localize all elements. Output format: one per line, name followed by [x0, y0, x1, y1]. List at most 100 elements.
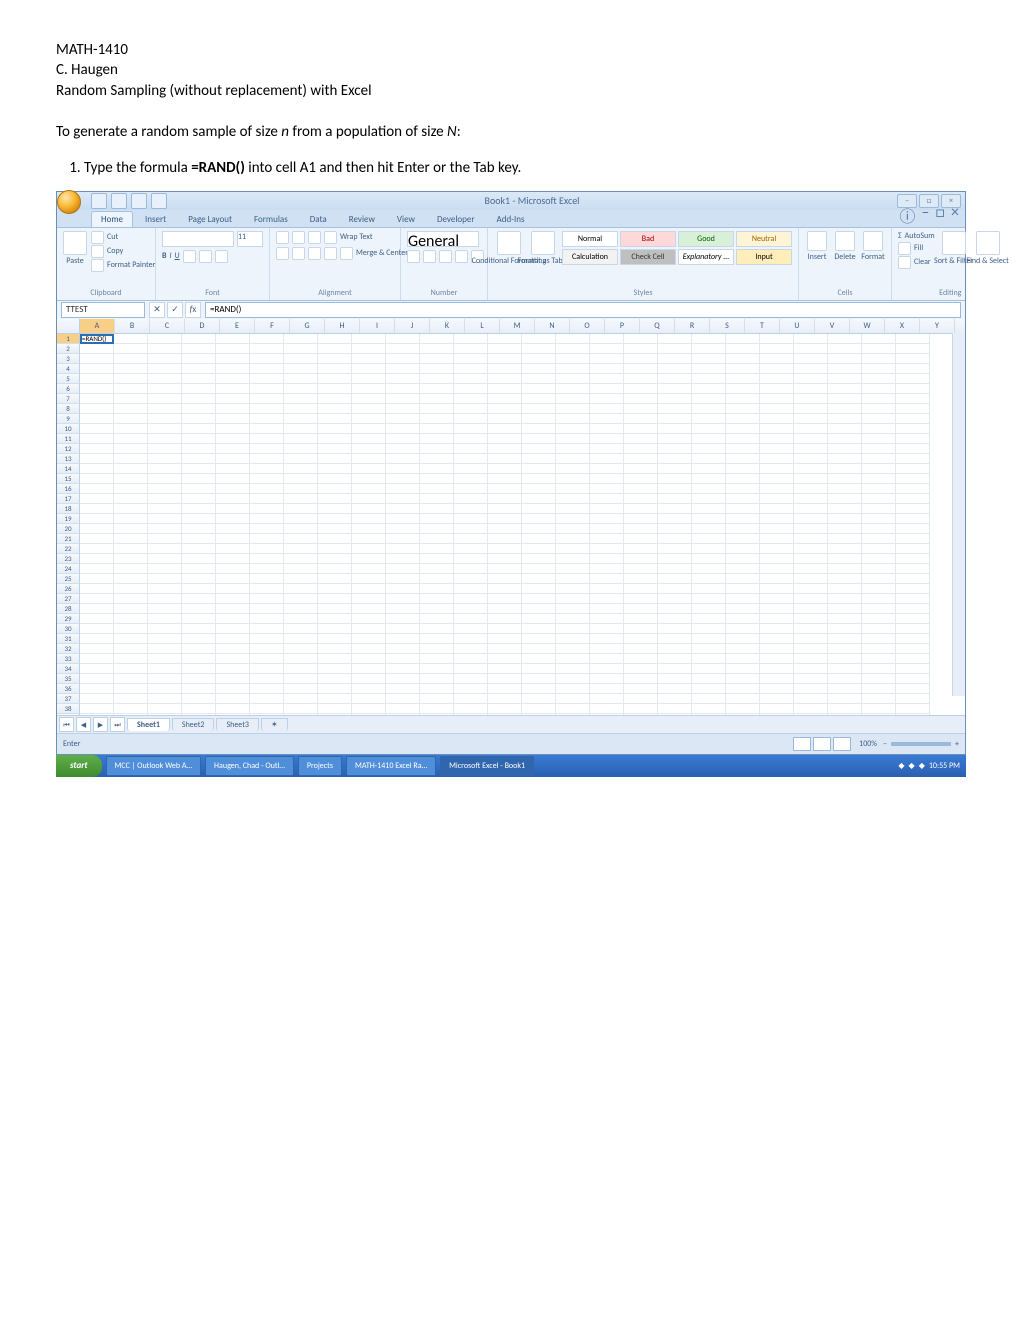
row-header[interactable]: 25 [57, 574, 80, 584]
align-bottom-icon[interactable] [308, 231, 321, 244]
cell[interactable] [760, 674, 794, 684]
cell[interactable] [216, 674, 250, 684]
cell[interactable] [386, 614, 420, 624]
cell[interactable] [760, 354, 794, 364]
cell[interactable] [658, 614, 692, 624]
cell[interactable] [114, 664, 148, 674]
cell[interactable] [80, 404, 114, 414]
cell[interactable] [692, 384, 726, 394]
cell[interactable] [556, 664, 590, 674]
cell[interactable] [420, 704, 454, 714]
cell[interactable] [250, 384, 284, 394]
cell[interactable] [896, 664, 930, 674]
cell[interactable] [692, 634, 726, 644]
column-header[interactable]: A [80, 319, 115, 333]
cell[interactable] [658, 384, 692, 394]
cell[interactable] [760, 374, 794, 384]
cell[interactable] [114, 494, 148, 504]
cell[interactable] [284, 694, 318, 704]
cell[interactable] [658, 594, 692, 604]
cell[interactable] [216, 374, 250, 384]
cell[interactable] [862, 494, 896, 504]
cell[interactable] [862, 454, 896, 464]
cell[interactable] [658, 574, 692, 584]
cell[interactable] [794, 524, 828, 534]
cell[interactable] [658, 464, 692, 474]
cell[interactable] [556, 334, 590, 344]
worksheet-grid[interactable]: ABCDEFGHIJKLMNOPQRSTUVWXY 1=RAND()234567… [57, 319, 965, 716]
cell[interactable] [692, 404, 726, 414]
cell[interactable] [726, 534, 760, 544]
cell[interactable] [386, 444, 420, 454]
cell[interactable] [658, 504, 692, 514]
cell[interactable] [386, 694, 420, 704]
cell[interactable] [522, 344, 556, 354]
cell[interactable] [726, 344, 760, 354]
cell[interactable] [488, 664, 522, 674]
cell[interactable] [692, 494, 726, 504]
cell[interactable] [658, 434, 692, 444]
sheet-tab-3[interactable]: Sheet3 [216, 718, 259, 731]
cell[interactable] [794, 364, 828, 374]
cell[interactable] [556, 404, 590, 414]
cell[interactable] [114, 404, 148, 414]
number-format-dropdown[interactable]: General [407, 231, 479, 247]
row-header[interactable]: 15 [57, 474, 80, 484]
cell[interactable] [556, 384, 590, 394]
cell[interactable] [80, 604, 114, 614]
cell[interactable] [80, 434, 114, 444]
cell[interactable] [896, 474, 930, 484]
cell[interactable] [250, 604, 284, 614]
cell[interactable] [896, 654, 930, 664]
cell[interactable] [386, 424, 420, 434]
cell[interactable] [352, 604, 386, 614]
cell[interactable] [658, 544, 692, 554]
cell[interactable] [454, 354, 488, 364]
cell[interactable] [352, 514, 386, 524]
cell[interactable] [318, 394, 352, 404]
cell[interactable] [794, 564, 828, 574]
align-middle-icon[interactable] [292, 231, 305, 244]
row-header[interactable]: 12 [57, 444, 80, 454]
cell[interactable] [488, 384, 522, 394]
cell[interactable] [828, 394, 862, 404]
cell[interactable] [216, 414, 250, 424]
find-select-button[interactable]: Find & Select [973, 231, 1003, 266]
cell[interactable] [386, 624, 420, 634]
cell[interactable] [726, 514, 760, 524]
cell[interactable] [726, 384, 760, 394]
cell[interactable] [590, 564, 624, 574]
cell[interactable] [896, 464, 930, 474]
cell[interactable] [590, 634, 624, 644]
cell[interactable] [760, 644, 794, 654]
column-header[interactable]: Y [920, 319, 955, 333]
cell[interactable] [794, 584, 828, 594]
cell[interactable] [556, 634, 590, 644]
cell[interactable] [488, 684, 522, 694]
cell[interactable] [488, 494, 522, 504]
cell[interactable] [148, 334, 182, 344]
cell[interactable] [794, 394, 828, 404]
tab-review[interactable]: Review [339, 211, 385, 227]
cell[interactable] [896, 414, 930, 424]
ribbon-max-icon[interactable]: □ [935, 203, 945, 227]
cell[interactable] [590, 614, 624, 624]
cell[interactable] [318, 534, 352, 544]
cell[interactable] [250, 474, 284, 484]
cell[interactable] [80, 494, 114, 504]
cell[interactable] [318, 414, 352, 424]
cell[interactable] [80, 384, 114, 394]
cell[interactable] [148, 474, 182, 484]
cell[interactable] [148, 434, 182, 444]
fill-button[interactable]: Fill [898, 242, 935, 255]
cell[interactable] [590, 334, 624, 344]
cell[interactable] [726, 664, 760, 674]
cell[interactable] [80, 624, 114, 634]
column-header[interactable]: G [290, 319, 325, 333]
cell[interactable] [828, 424, 862, 434]
cell[interactable] [114, 534, 148, 544]
normal-view-button[interactable] [793, 737, 811, 751]
cell[interactable] [148, 624, 182, 634]
inc-indent-icon[interactable] [340, 247, 353, 260]
cell[interactable] [318, 634, 352, 644]
